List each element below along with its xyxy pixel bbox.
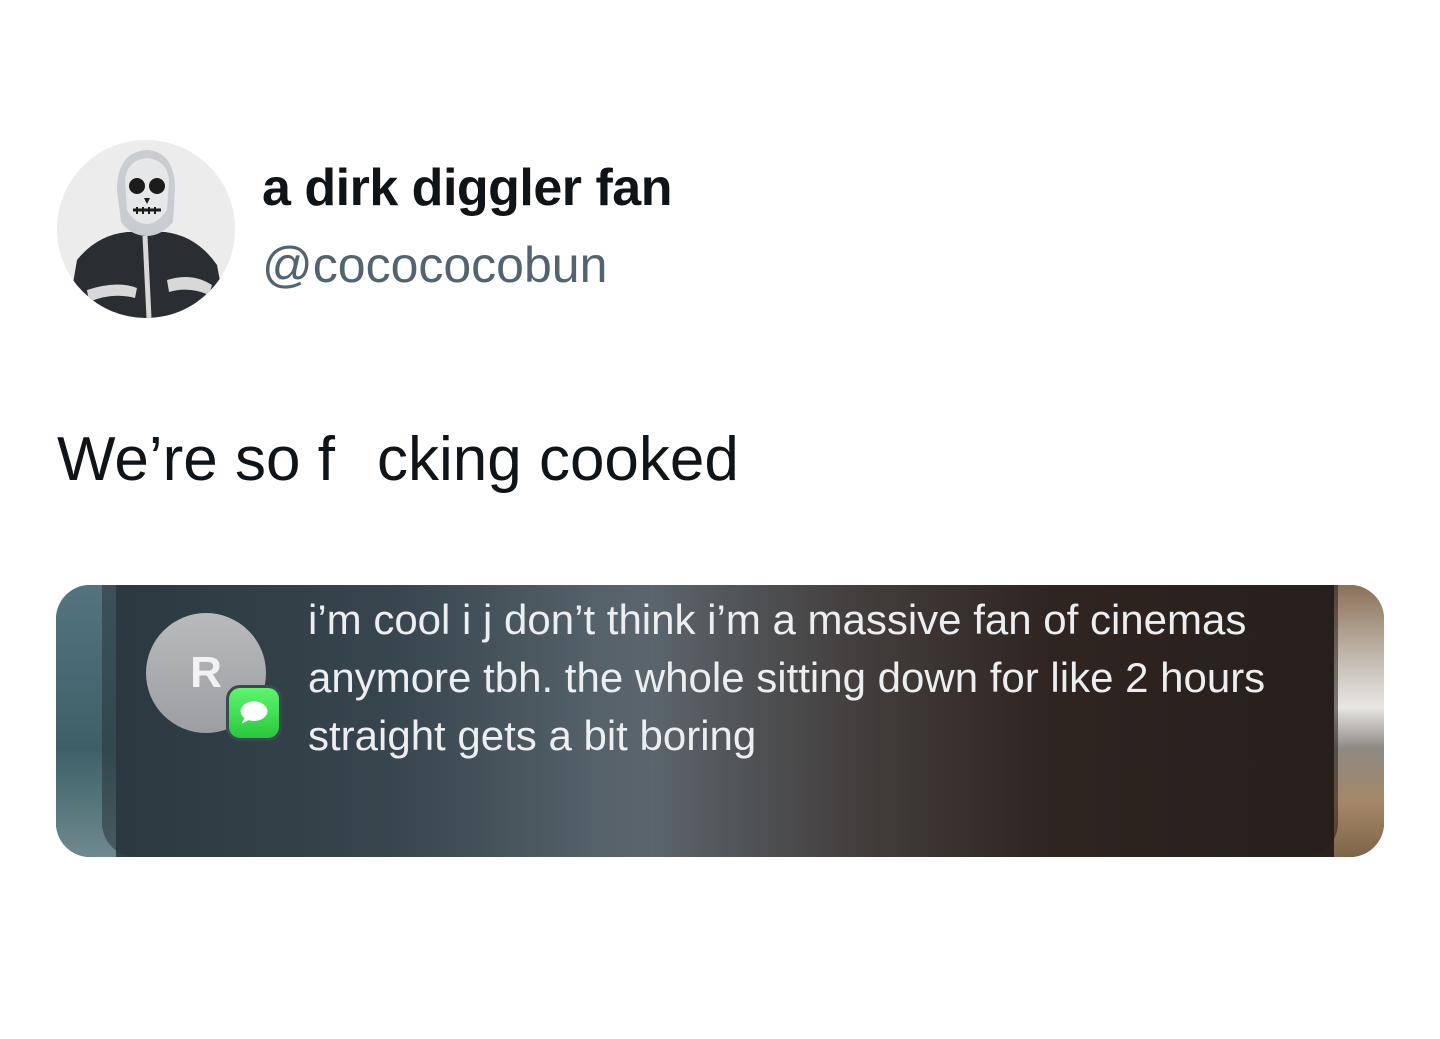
- imessage-icon: [226, 685, 282, 741]
- message-notification-screenshot: R i’m cool i j don’t think i’m a massive…: [56, 585, 1384, 857]
- profile-avatar[interactable]: [57, 140, 235, 318]
- skull-trooper-avatar-icon: [57, 140, 235, 318]
- notification-message: i’m cool i j don’t think i’m a massive f…: [308, 596, 1266, 759]
- wallpaper-right-edge: [1334, 585, 1384, 857]
- tweet-text: We’re so f cking cooked: [57, 425, 739, 494]
- author-handle[interactable]: @cocococobun: [262, 236, 607, 294]
- author-display-name[interactable]: a dirk diggler fan: [262, 158, 672, 218]
